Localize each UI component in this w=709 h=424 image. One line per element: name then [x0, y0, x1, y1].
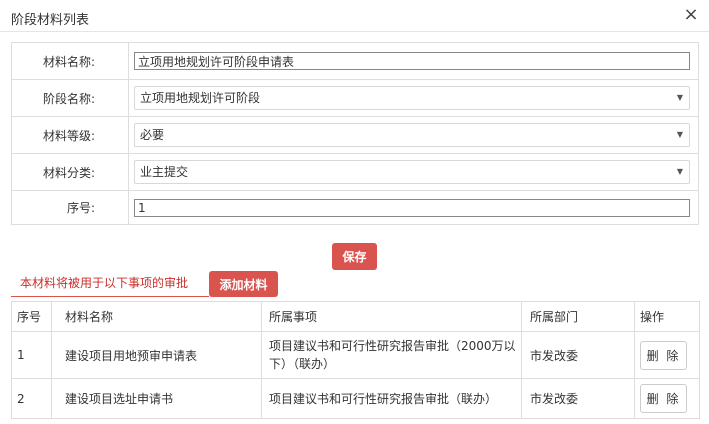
dialog-title: 阶段材料列表	[11, 13, 90, 28]
usage-table: 序号 材料名称 所属事项 所属部门 操作 1 建设项目用地预审申请表 项目建议书…	[11, 301, 700, 419]
form-row-material-category: 材料分类: 业主提交 ▼	[11, 153, 699, 191]
table-row: 1 建设项目用地预审申请表 项目建议书和可行性研究报告审批（2000万以下）（联…	[11, 331, 700, 379]
header-dept: 所属部门	[521, 301, 635, 332]
stage-name-select[interactable]: 立项用地规划许可阶段 ▼	[134, 86, 690, 110]
sequence-label: 序号:	[11, 190, 129, 225]
add-material-button[interactable]: 添加材料	[209, 271, 278, 297]
row-dept: 市发改委	[521, 378, 635, 419]
row-index: 2	[11, 378, 52, 419]
row-item: 项目建议书和可行性研究报告审批（联办）	[261, 378, 522, 419]
material-name-input[interactable]	[134, 52, 690, 70]
dialog-header: 阶段材料列表 ×	[0, 0, 709, 32]
material-level-selected: 必要	[140, 128, 165, 142]
chevron-down-icon: ▼	[676, 130, 683, 139]
delete-button[interactable]: 删 除	[640, 340, 687, 370]
form-row-material-level: 材料等级: 必要 ▼	[11, 116, 699, 154]
header-item: 所属事项	[261, 301, 522, 332]
form-row-material-name: 材料名称:	[11, 42, 699, 80]
row-dept: 市发改委	[521, 331, 635, 379]
stage-name-selected: 立项用地规划许可阶段	[140, 91, 261, 105]
material-form: 材料名称: 阶段名称: 立项用地规划许可阶段 ▼ 材料等级: 必要 ▼ 材料分类…	[11, 42, 699, 225]
header-index: 序号	[11, 301, 52, 332]
material-level-label: 材料等级:	[11, 116, 129, 154]
material-name-label: 材料名称:	[11, 42, 129, 80]
form-row-sequence: 序号:	[11, 190, 699, 225]
material-category-selected: 业主提交	[140, 165, 189, 179]
chevron-down-icon: ▼	[676, 167, 683, 176]
material-category-label: 材料分类:	[11, 153, 129, 191]
row-name: 建设项目用地预审申请表	[51, 331, 262, 379]
form-row-stage-name: 阶段名称: 立项用地规划许可阶段 ▼	[11, 79, 699, 117]
section-title: 本材料将被用于以下事项的审批	[11, 270, 209, 297]
header-op: 操作	[634, 301, 700, 332]
save-button[interactable]: 保存	[332, 243, 377, 270]
chevron-down-icon: ▼	[676, 93, 683, 102]
row-index: 1	[11, 331, 52, 379]
stage-name-label: 阶段名称:	[11, 79, 129, 117]
delete-button[interactable]: 删 除	[640, 384, 687, 413]
table-row: 2 建设项目选址申请书 项目建议书和可行性研究报告审批（联办） 市发改委 删 除	[11, 378, 700, 419]
sequence-input[interactable]	[134, 198, 690, 217]
material-level-select[interactable]: 必要 ▼	[134, 123, 690, 147]
close-icon[interactable]: ×	[681, 5, 701, 25]
material-category-select[interactable]: 业主提交 ▼	[134, 160, 690, 184]
row-item: 项目建议书和可行性研究报告审批（2000万以下）（联办）	[261, 331, 522, 379]
table-header-row: 序号 材料名称 所属事项 所属部门 操作	[11, 301, 700, 332]
row-name: 建设项目选址申请书	[51, 378, 262, 419]
header-name: 材料名称	[51, 301, 262, 332]
